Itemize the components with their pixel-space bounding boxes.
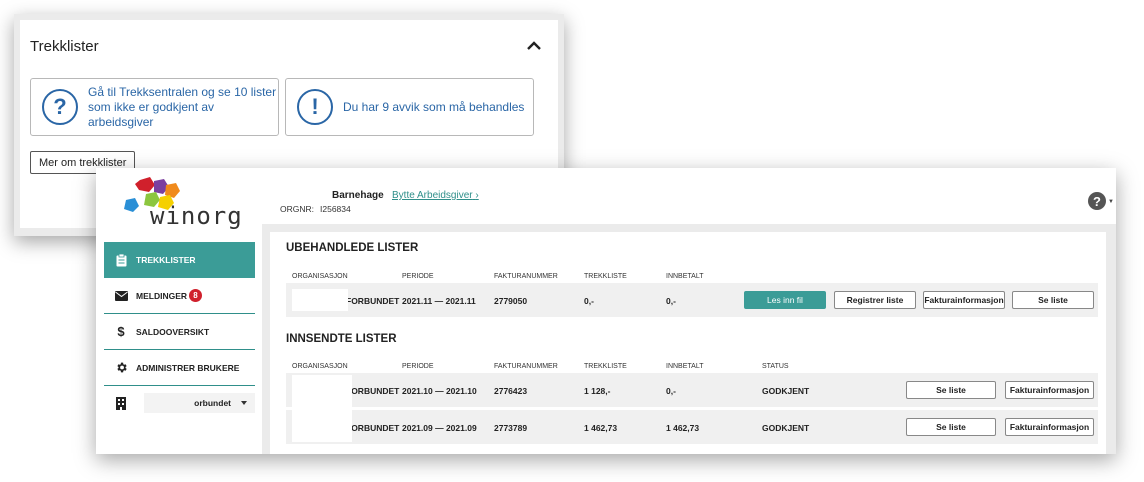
- help-icon[interactable]: ?: [1088, 192, 1106, 210]
- invoice-info-button[interactable]: Fakturainformasjon: [923, 291, 1005, 309]
- switch-employer-label: Bytte Arbeidsgiver: [392, 190, 473, 201]
- col-periode: PERIODE: [402, 363, 434, 370]
- view-list-button[interactable]: Se liste: [906, 418, 996, 436]
- submitted-lists-title: INNSENDTE LISTER: [286, 333, 397, 345]
- view-list-button[interactable]: Se liste: [906, 381, 996, 399]
- row-period: 2021.11 — 2021.11: [402, 296, 476, 306]
- dollar-icon: $: [117, 324, 125, 339]
- gear-icon: [114, 361, 128, 375]
- deviations-card[interactable]: ! Du har 9 avvik som må behandles: [285, 78, 534, 136]
- col-status: STATUS: [762, 363, 789, 370]
- row-invoice: 2776423: [494, 386, 528, 396]
- orgnr-label: ORGNR:: [280, 204, 314, 214]
- view-list-button[interactable]: Se liste: [1012, 291, 1094, 309]
- unprocessed-lists-title: UBEHANDLEDE LISTER: [286, 242, 419, 254]
- selected-organization: orbundet: [194, 398, 231, 408]
- building-icon: [114, 396, 128, 410]
- exclamation-icon: !: [297, 89, 333, 125]
- row-paid: 0,-: [666, 386, 676, 396]
- lists-content: UBEHANDLEDE LISTER ORGANISASJON PERIODE …: [270, 232, 1106, 454]
- deviations-text: Du har 9 avvik som må behandles: [343, 99, 525, 114]
- employer-name: Barnehage: [332, 190, 384, 201]
- orgnr-value: I256834: [320, 204, 351, 214]
- redacted-area: [292, 375, 352, 407]
- row-list-amount: 0,-: [584, 296, 594, 306]
- table-row: FORBUNDET 2021.11 — 2021.11 2779050 0,- …: [286, 283, 1098, 317]
- row-status: GODKJENT: [762, 423, 810, 433]
- question-icon: ?: [42, 89, 78, 125]
- table-row: FORBUNDET 2021.09 — 2021.09 2773789 1 46…: [286, 410, 1098, 444]
- redacted-area: [292, 289, 348, 311]
- organization-select-box[interactable]: orbundet: [144, 393, 255, 413]
- redacted-area: [292, 410, 352, 442]
- row-invoice: 2779050: [494, 296, 528, 306]
- invoice-info-button[interactable]: Fakturainformasjon: [1005, 381, 1094, 399]
- col-trekkliste: TREKKLISTE: [584, 363, 627, 370]
- unapproved-lists-text: Gå til Trekksentralen og se 10 lister so…: [88, 84, 277, 129]
- winorg-app: winorg TREKKLISTER MELDINGER 8 $ SALDOOV…: [96, 168, 1116, 454]
- sidebar-item-administrer-brukere[interactable]: ADMINISTRER BRUKERE: [104, 350, 255, 386]
- row-list-amount: 1 462,73: [584, 423, 618, 433]
- col-fakturanummer: FAKTURANUMMER: [494, 273, 558, 280]
- col-innbetalt: INNBETALT: [666, 363, 704, 370]
- sidebar-item-meldinger[interactable]: MELDINGER 8: [104, 278, 255, 314]
- panel-title: Trekklister: [30, 38, 99, 55]
- row-invoice: 2773789: [494, 423, 528, 433]
- col-organisasjon: ORGANISASJON: [292, 363, 348, 370]
- table-row: FORBUNDET 2021.10 — 2021.10 2776423 1 12…: [286, 373, 1098, 407]
- row-org: FORBUNDET: [346, 423, 400, 433]
- top-bar: Barnehage Bytte Arbeidsgiver › ORGNR: I2…: [262, 168, 1116, 224]
- col-trekkliste: TREKKLISTE: [584, 273, 627, 280]
- link-arrow-icon: ›: [475, 190, 479, 201]
- col-fakturanummer: FAKTURANUMMER: [494, 363, 558, 370]
- row-org: FORBUNDET: [346, 296, 400, 306]
- unread-messages-badge: 8: [189, 289, 202, 302]
- col-innbetalt: INNBETALT: [666, 273, 704, 280]
- sidebar-item-label: SALDOOVERSIKT: [136, 326, 210, 337]
- main-area: Barnehage Bytte Arbeidsgiver › ORGNR: I2…: [262, 168, 1116, 454]
- row-period: 2021.10 — 2021.10: [402, 386, 477, 396]
- caret-down-icon: [241, 401, 247, 405]
- sidebar: winorg TREKKLISTER MELDINGER 8 $ SALDOOV…: [96, 168, 262, 454]
- organization-selector[interactable]: orbundet: [104, 386, 255, 420]
- sidebar-item-label: TREKKLISTER: [136, 255, 196, 265]
- sidebar-nav: TREKKLISTER MELDINGER 8 $ SALDOOVERSIKT …: [104, 242, 255, 420]
- switch-employer-link[interactable]: Bytte Arbeidsgiver ›: [392, 190, 479, 201]
- row-org: FORBUNDET: [346, 386, 400, 396]
- col-periode: PERIODE: [402, 273, 434, 280]
- row-paid: 1 462,73: [666, 423, 700, 433]
- sidebar-item-saldooversikt[interactable]: $ SALDOOVERSIKT: [104, 314, 255, 350]
- row-list-amount: 1 128,-: [584, 386, 611, 396]
- chevron-up-icon[interactable]: [526, 38, 542, 54]
- row-paid: 0,-: [666, 296, 676, 306]
- register-list-button[interactable]: Registrer liste: [834, 291, 916, 309]
- sidebar-item-trekklister[interactable]: TREKKLISTER: [104, 242, 255, 278]
- read-file-button[interactable]: Les inn fil: [744, 291, 826, 309]
- help-caret-icon[interactable]: ▼: [1108, 199, 1114, 205]
- envelope-icon: [114, 289, 128, 303]
- unapproved-lists-card[interactable]: ? Gå til Trekksentralen og se 10 lister …: [30, 78, 279, 136]
- row-status: GODKJENT: [762, 386, 810, 396]
- sidebar-item-label: ADMINISTRER BRUKERE: [136, 362, 240, 373]
- clipboard-icon: [114, 253, 128, 267]
- invoice-info-button[interactable]: Fakturainformasjon: [1005, 418, 1094, 436]
- winorg-logo-text: winorg: [150, 202, 243, 230]
- row-period: 2021.09 — 2021.09: [402, 423, 477, 433]
- col-organisasjon: ORGANISASJON: [292, 273, 348, 280]
- sidebar-item-label: MELDINGER: [136, 290, 187, 301]
